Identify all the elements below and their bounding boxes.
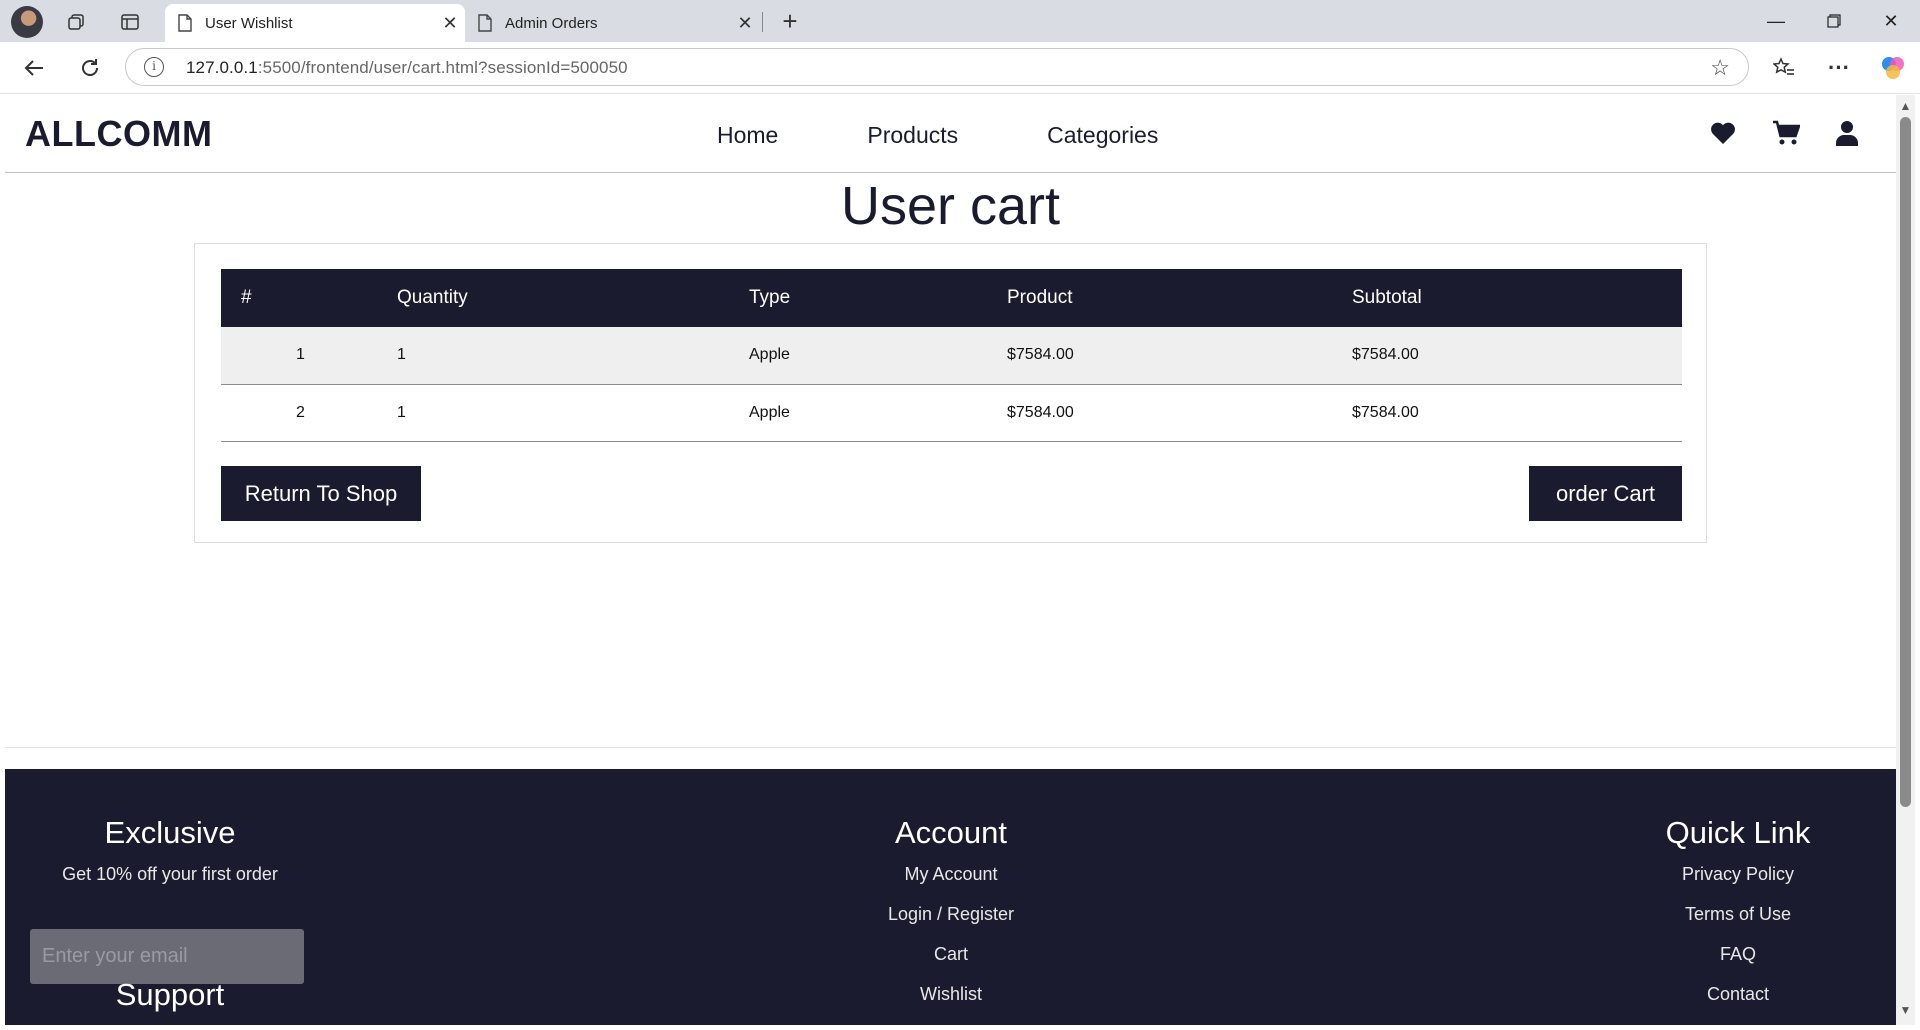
cell-product: $7584.00 (1007, 384, 1352, 442)
restore-button[interactable] (1805, 0, 1863, 42)
page-icon (475, 14, 495, 32)
tab-separator (762, 12, 763, 32)
site-info-icon[interactable]: i (144, 57, 164, 77)
footer-quick-link: Quick Link Privacy Policy Terms of Use F… (1598, 815, 1878, 1023)
address-bar-row: i 127.0.0.1:5500/frontend/user/cart.html… (0, 42, 1920, 94)
new-tab-button[interactable]: + (775, 7, 805, 37)
footer-link-login-register[interactable]: Login / Register (801, 903, 1101, 943)
footer-account-heading: Account (894, 815, 1007, 850)
cell-product: $7584.00 (1007, 327, 1352, 385)
minimize-button[interactable]: — (1747, 0, 1805, 42)
col-header-quantity: Quantity (397, 269, 749, 327)
nav-home[interactable]: Home (717, 122, 778, 149)
tab-title: Admin Orders (505, 14, 598, 32)
profile-avatar[interactable] (11, 6, 43, 38)
col-header-subtotal: Subtotal (1352, 269, 1682, 327)
footer-link-faq[interactable]: FAQ (1598, 943, 1878, 983)
cart-table: # Quantity Type Product Subtotal 1 1 App… (221, 269, 1682, 442)
user-icon[interactable] (1831, 117, 1863, 149)
footer-divider (5, 747, 1896, 748)
tab-title: User Wishlist (205, 14, 293, 32)
cell-number: 1 (221, 327, 397, 385)
footer-account: Account My Account Login / Register Cart… (801, 815, 1101, 1023)
cell-type: Apple (749, 384, 1007, 442)
return-to-shop-button[interactable]: Return To Shop (221, 466, 421, 521)
cell-type: Apple (749, 327, 1007, 385)
cell-number: 2 (221, 384, 397, 442)
back-button[interactable] (18, 52, 50, 84)
more-options-icon[interactable]: ··· (1823, 52, 1855, 84)
favorites-icon[interactable] (1768, 52, 1800, 84)
tab-admin-orders[interactable]: Admin Orders ✕ (465, 4, 760, 42)
site-footer: Exclusive Get 10% off your first order S… (5, 769, 1896, 1025)
nav-categories[interactable]: Categories (1047, 122, 1158, 149)
cell-quantity: 1 (397, 327, 749, 385)
close-window-button[interactable]: ✕ (1862, 0, 1920, 42)
scroll-down-arrow-icon[interactable]: ▼ (1899, 1003, 1912, 1017)
footer-link-privacy[interactable]: Privacy Policy (1598, 863, 1878, 903)
table-header-row: # Quantity Type Product Subtotal (221, 269, 1682, 327)
browser-tab-bar: User Wishlist ✕ Admin Orders ✕ + — ✕ (0, 0, 1920, 42)
close-tab-icon[interactable]: ✕ (435, 13, 465, 34)
footer-offer-text: Get 10% off your first order (62, 864, 278, 884)
footer-link-cart[interactable]: Cart (801, 943, 1101, 983)
heart-icon[interactable] (1707, 117, 1739, 149)
footer-exclusive-heading: Exclusive (104, 815, 236, 850)
footer-exclusive: Exclusive Get 10% off your first order (25, 815, 315, 903)
site-header: ALLCOMM Home Products Categories (5, 95, 1896, 173)
table-row: 1 1 Apple $7584.00 $7584.00 (221, 327, 1682, 385)
tab-user-wishlist[interactable]: User Wishlist ✕ (165, 4, 465, 42)
table-row: 2 1 Apple $7584.00 $7584.00 (221, 384, 1682, 442)
vertical-tabs-icon[interactable] (115, 7, 145, 37)
order-cart-button[interactable]: order Cart (1529, 466, 1682, 521)
cell-subtotal: $7584.00 (1352, 384, 1682, 442)
workspaces-icon[interactable] (62, 7, 92, 37)
footer-quick-heading: Quick Link (1665, 815, 1811, 850)
col-header-number: # (221, 269, 397, 327)
scrollbar-thumb[interactable] (1900, 117, 1911, 807)
footer-link-my-account[interactable]: My Account (801, 863, 1101, 903)
cart-icon[interactable] (1770, 117, 1802, 149)
page-scrollbar[interactable]: ▲ ▼ (1896, 95, 1915, 1025)
copilot-icon[interactable] (1877, 52, 1909, 84)
favorite-star-icon[interactable]: ☆ (1710, 55, 1730, 81)
footer-link-contact[interactable]: Contact (1598, 983, 1878, 1023)
nav-products[interactable]: Products (867, 122, 958, 149)
email-input[interactable] (30, 929, 304, 984)
url-text: 127.0.0.1:5500/frontend/user/cart.html?s… (186, 58, 628, 77)
scroll-up-arrow-icon[interactable]: ▲ (1899, 99, 1912, 113)
cell-subtotal: $7584.00 (1352, 327, 1682, 385)
page-viewport: ALLCOMM Home Products Categories User ca… (5, 95, 1896, 1025)
url-field[interactable]: i 127.0.0.1:5500/frontend/user/cart.html… (125, 48, 1749, 86)
cell-quantity: 1 (397, 384, 749, 442)
page-icon (175, 14, 195, 32)
main-nav: Home Products Categories (717, 122, 1247, 149)
col-header-type: Type (749, 269, 1007, 327)
footer-link-terms[interactable]: Terms of Use (1598, 903, 1878, 943)
footer-link-wishlist[interactable]: Wishlist (801, 983, 1101, 1023)
site-logo[interactable]: ALLCOMM (25, 113, 212, 155)
col-header-product: Product (1007, 269, 1352, 327)
page-title: User cart (840, 176, 1061, 236)
reload-button[interactable] (74, 52, 106, 84)
cart-panel: # Quantity Type Product Subtotal 1 1 App… (194, 243, 1707, 543)
footer-support-heading: Support (115, 977, 225, 1012)
close-tab-icon[interactable]: ✕ (730, 13, 760, 34)
